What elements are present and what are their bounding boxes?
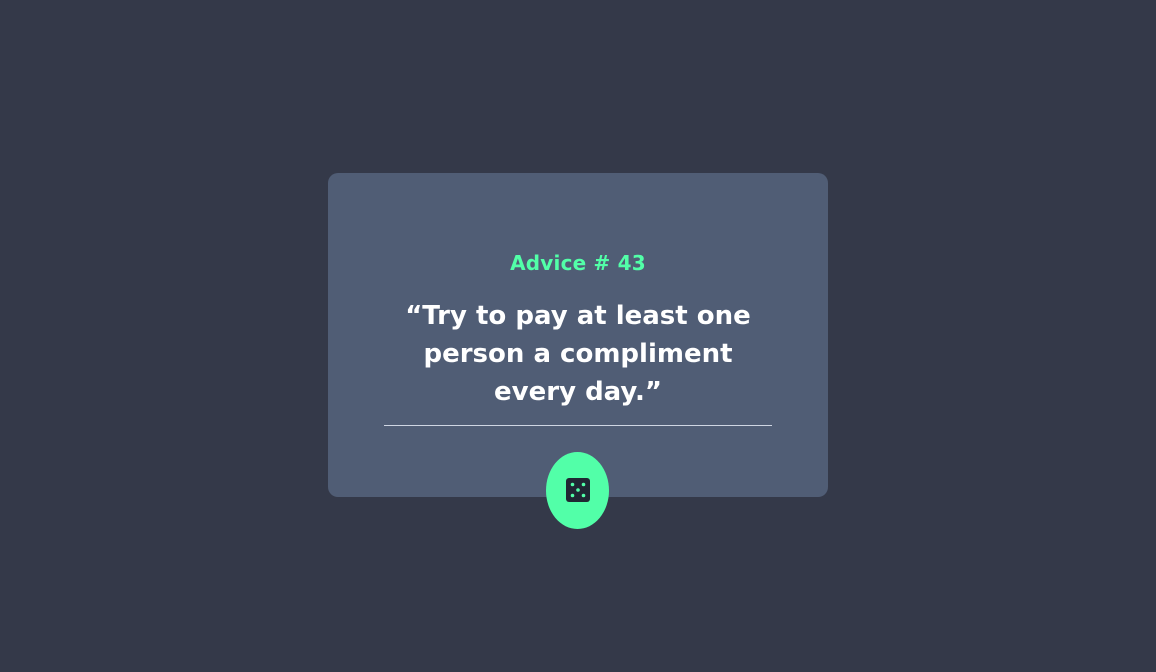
new-advice-button[interactable] [546,452,609,529]
advice-id-label: Advice # 43 [510,251,646,275]
divider [384,425,772,426]
advice-card: Advice # 43 “Try to pay at least one per… [328,173,828,529]
advice-quote: “Try to pay at least one person a compli… [405,301,751,407]
dice-icon [566,478,590,502]
